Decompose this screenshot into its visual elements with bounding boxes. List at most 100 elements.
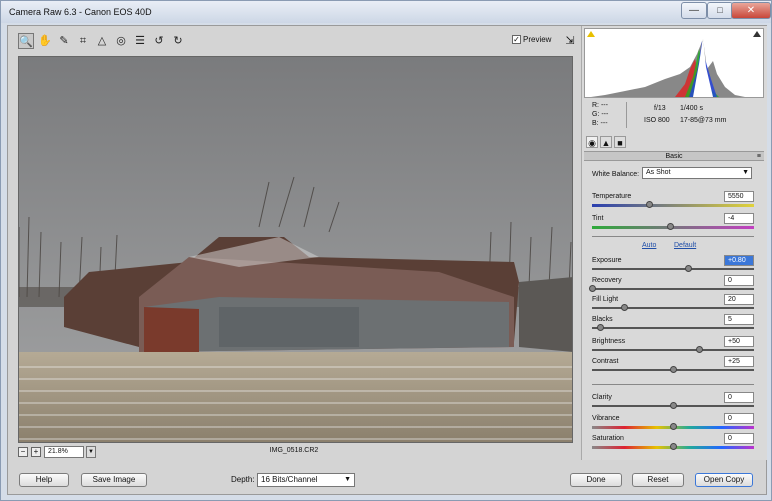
- slider-value-input[interactable]: -4: [724, 213, 754, 224]
- slider-contrast: Contrast +25: [592, 356, 754, 378]
- chevron-down-icon: ▼: [344, 476, 351, 483]
- preview-checkbox[interactable]: ✓: [512, 35, 521, 45]
- panel-tabs: ◉ ▲ ■: [584, 136, 764, 150]
- close-button[interactable]: ✕: [731, 2, 771, 19]
- divider: [626, 102, 627, 128]
- slider-value-input[interactable]: 0: [724, 275, 754, 286]
- detail-tab-icon[interactable]: ■: [614, 136, 626, 148]
- default-link[interactable]: Default: [674, 242, 696, 249]
- slider-track[interactable]: [592, 327, 754, 329]
- fullscreen-icon[interactable]: ⇲: [562, 33, 578, 49]
- slider-thumb[interactable]: [666, 223, 674, 230]
- slider-tint: Tint -4: [592, 213, 754, 235]
- auto-link[interactable]: Auto: [642, 242, 656, 249]
- depth-label: Depth:: [231, 475, 255, 484]
- slider-thumb[interactable]: [684, 265, 692, 272]
- slider-value-input[interactable]: 0: [724, 433, 754, 444]
- zoom-level[interactable]: 21.8%: [44, 446, 84, 458]
- save-image-button[interactable]: Save Image: [81, 473, 147, 487]
- image-preview[interactable]: [18, 56, 573, 443]
- slider-track[interactable]: [592, 349, 754, 351]
- slider-value-input[interactable]: +0.80: [724, 255, 754, 266]
- straighten-tool-icon[interactable]: △: [94, 33, 110, 49]
- histogram: [584, 28, 764, 98]
- white-balance-select[interactable]: As Shot ▼: [642, 167, 752, 179]
- image-filename: IMG_0518.CR2: [269, 447, 319, 454]
- slider-label: Exposure: [592, 257, 622, 264]
- depth-select[interactable]: 16 Bits/Channel ▼: [257, 473, 355, 487]
- minimize-button[interactable]: —: [681, 2, 707, 19]
- white-balance-tool-icon[interactable]: ✎: [56, 33, 72, 49]
- footer-bar: Help Save Image Depth: 16 Bits/Channel ▼…: [7, 473, 767, 495]
- slider-thumb[interactable]: [670, 366, 677, 373]
- slider-value-input[interactable]: 0: [724, 392, 754, 403]
- zoom-tool-icon[interactable]: 🔍: [18, 33, 34, 49]
- tone-curve-tab-icon[interactable]: ▲: [600, 136, 612, 148]
- panel-menu-icon[interactable]: ≡: [757, 152, 761, 161]
- rotate-left-icon[interactable]: ↺: [151, 33, 167, 49]
- slider-track[interactable]: [592, 204, 754, 207]
- basic-tab-icon[interactable]: ◉: [586, 136, 598, 148]
- slider-track[interactable]: [592, 307, 754, 309]
- slider-thumb[interactable]: [670, 402, 677, 409]
- help-button[interactable]: Help: [19, 473, 69, 487]
- iso-value: ISO 800: [644, 117, 670, 124]
- adjustments-panel: R: --- G: --- B: --- f/13 1/400 s ISO 80…: [581, 26, 767, 460]
- hand-tool-icon[interactable]: ✋: [37, 33, 53, 49]
- slider-vibrance: Vibrance 0: [592, 413, 754, 435]
- slider-thumb[interactable]: [645, 201, 653, 208]
- slider-thumb[interactable]: [670, 443, 677, 450]
- slider-thumb[interactable]: [621, 304, 629, 311]
- zoom-out-button[interactable]: −: [18, 447, 28, 457]
- slider-label: Recovery: [592, 277, 622, 284]
- preferences-icon[interactable]: ☰: [132, 33, 148, 49]
- done-button[interactable]: Done: [570, 473, 622, 487]
- slider-value-input[interactable]: +50: [724, 336, 754, 347]
- lens-value: 17-85@73 mm: [680, 117, 727, 124]
- slider-exposure: Exposure +0.80: [592, 255, 754, 277]
- maximize-button[interactable]: □: [707, 2, 733, 19]
- preview-label: Preview: [523, 35, 552, 44]
- zoom-dropdown-icon[interactable]: ▼: [86, 446, 96, 458]
- slider-clarity: Clarity 0: [592, 392, 754, 414]
- slider-brightness: Brightness +50: [592, 336, 754, 358]
- barn-photo: [19, 57, 572, 442]
- red-readout: R: ---: [592, 102, 608, 109]
- slider-value-input[interactable]: 5: [724, 314, 754, 325]
- crop-tool-icon[interactable]: ⌗: [75, 33, 91, 49]
- shutter-value: 1/400 s: [680, 105, 703, 112]
- highlight-clipping-icon[interactable]: [753, 31, 761, 37]
- rgb-readout: R: --- G: --- B: --- f/13 1/400 s ISO 80…: [584, 100, 764, 130]
- open-copy-button[interactable]: Open Copy: [695, 473, 753, 487]
- slider-thumb[interactable]: [589, 285, 596, 292]
- slider-value-input[interactable]: 20: [724, 294, 754, 305]
- section-header: Basic ≡: [584, 151, 764, 161]
- preview-toggle[interactable]: ✓ Preview: [512, 35, 552, 45]
- slider-fill-light: Fill Light 20: [592, 294, 754, 316]
- white-balance-label: White Balance:: [592, 171, 640, 178]
- slider-label: Blacks: [592, 316, 613, 323]
- red-eye-tool-icon[interactable]: ◎: [113, 33, 129, 49]
- depth-value: 16 Bits/Channel: [261, 475, 318, 484]
- slider-track[interactable]: [592, 268, 754, 270]
- aperture-value: f/13: [654, 105, 666, 112]
- white-balance-value: As Shot: [646, 169, 671, 176]
- chevron-down-icon: ▼: [742, 169, 749, 176]
- slider-thumb[interactable]: [670, 423, 677, 430]
- slider-track[interactable]: [592, 288, 754, 290]
- title-bar: Camera Raw 6.3 - Canon EOS 40D — □ ✕: [1, 1, 771, 23]
- slider-value-input[interactable]: +25: [724, 356, 754, 367]
- reset-button[interactable]: Reset: [632, 473, 684, 487]
- shadow-clipping-icon[interactable]: [587, 31, 595, 37]
- slider-label: Tint: [592, 215, 604, 222]
- slider-label: Clarity: [592, 394, 612, 401]
- zoom-in-button[interactable]: +: [31, 447, 41, 457]
- window-title: Camera Raw 6.3 - Canon EOS 40D: [9, 7, 152, 17]
- rotate-right-icon[interactable]: ↻: [170, 33, 186, 49]
- slider-thumb[interactable]: [597, 324, 605, 331]
- slider-label: Contrast: [592, 358, 619, 365]
- slider-value-input[interactable]: 5550: [724, 191, 754, 202]
- histogram-graph: [591, 37, 745, 97]
- slider-value-input[interactable]: 0: [724, 413, 754, 424]
- slider-thumb[interactable]: [695, 346, 703, 353]
